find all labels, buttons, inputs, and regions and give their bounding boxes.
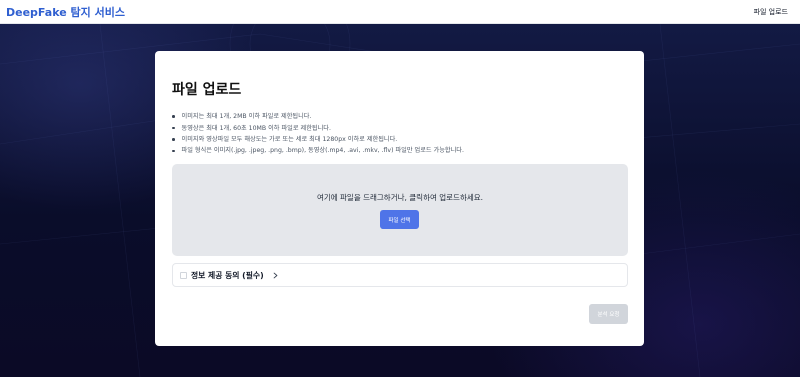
rule-text: 이미지는 최대 1개, 2MB 이하 파일로 제한됩니다. (181, 113, 312, 121)
bullet-icon (172, 149, 175, 153)
nav-link-upload[interactable]: 파일 업로드 (754, 7, 788, 17)
brand-logo[interactable]: DeepFake 탐지 서비스 (6, 4, 125, 20)
dropzone-instructions: 여기에 파일을 드래그하거나, 클릭하여 업로드하세요. (316, 193, 484, 202)
top-navbar: DeepFake 탐지 서비스 파일 업로드 (0, 0, 800, 24)
select-file-button[interactable]: 파일 선택 (380, 210, 419, 229)
bullet-icon (172, 115, 175, 118)
file-dropzone[interactable]: 여기에 파일을 드래그하거나, 클릭하여 업로드하세요. 파일 선택 (172, 164, 628, 256)
upload-card: 파일 업로드 이미지는 최대 1개, 2MB 이하 파일로 제한됩니다. 동영상… (155, 51, 644, 346)
chevron-right-icon[interactable] (272, 272, 279, 279)
bullet-icon (172, 126, 175, 130)
rule-text: 이미지와 영상파일 모두 해상도는 가로 또는 세로 최대 1280px 이하로… (181, 135, 398, 143)
consent-checkbox[interactable] (180, 271, 187, 279)
rule-item: 동영상은 최대 1개, 60초 10MB 이하 파일로 제한됩니다. (172, 122, 632, 133)
upload-rules-list: 이미지는 최대 1개, 2MB 이하 파일로 제한됩니다. 동영상은 최대 1개… (172, 111, 632, 157)
consent-label: 정보 제공 동의 (필수) (191, 270, 264, 280)
consent-accordion[interactable]: 정보 제공 동의 (필수) (172, 263, 628, 287)
rule-item: 이미지는 최대 1개, 2MB 이하 파일로 제한됩니다. (172, 111, 632, 122)
analyze-request-button[interactable]: 분석 요청 (589, 304, 628, 324)
page-title: 파일 업로드 (172, 82, 242, 98)
rule-text: 동영상은 최대 1개, 60초 10MB 이하 파일로 제한됩니다. (181, 124, 331, 132)
rule-item: 파일 형식은 이미지(.jpg, .jpeg, .png, .bmp), 동영상… (172, 145, 632, 156)
rule-text: 파일 형식은 이미지(.jpg, .jpeg, .png, .bmp), 동영상… (181, 147, 464, 155)
bullet-icon (172, 138, 175, 141)
rule-item: 이미지와 영상파일 모두 해상도는 가로 또는 세로 최대 1280px 이하로… (172, 134, 632, 145)
